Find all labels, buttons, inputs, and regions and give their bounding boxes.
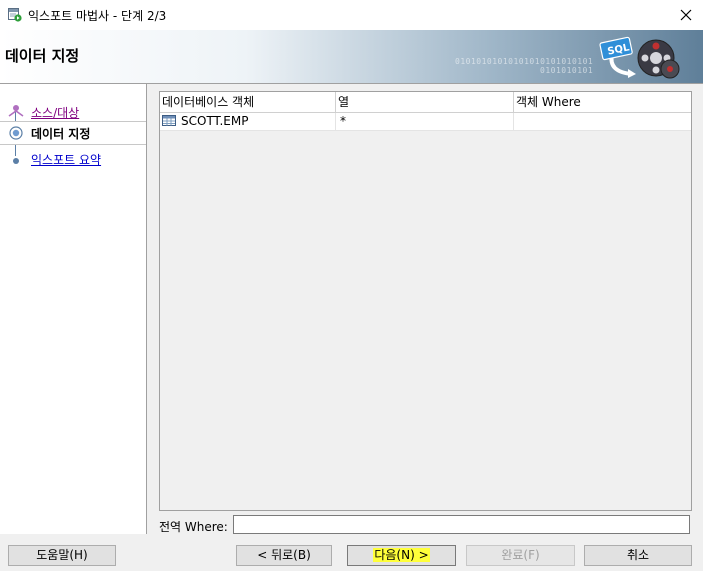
column-header-columns[interactable]: 열 [336,92,514,112]
wizard-banner: 데이터 지정 01010101010101010101010101 010101… [0,30,703,84]
cell-columns[interactable]: * [336,113,514,130]
page-title: 데이터 지정 [5,47,80,65]
step-export-summary[interactable]: 익스포트 요약 [31,151,101,168]
next-button-label: 다음(N) > [373,548,430,562]
column-header-where[interactable]: 객체 Where [514,92,691,112]
binary-decoration: 01010101010101010101010101 0101010101 [455,57,594,75]
global-where-label: 전역 Where: [159,520,228,534]
person-step-icon [8,104,24,121]
current-step-icon [9,126,23,143]
step-dot-icon [12,154,20,168]
step-source-target[interactable]: 소스/대상 [31,104,79,121]
cancel-button[interactable]: 취소 [584,545,692,566]
wizard-steps-panel: 소스/대상 데이터 지정 익스포트 요약 [0,84,147,534]
next-button[interactable]: 다음(N) > [347,545,456,566]
help-button[interactable]: 도움말(H) [8,545,116,566]
window-titlebar: 익스포트 마법사 - 단계 2/3 [0,0,703,30]
close-icon[interactable] [669,0,703,30]
cell-where[interactable] [514,113,691,130]
app-icon [8,8,22,22]
window-title: 익스포트 마법사 - 단계 2/3 [28,9,167,23]
table-header: 데이터베이스 객체 열 객체 Where [160,92,691,113]
table-icon [162,115,177,127]
cell-object[interactable]: SCOTT.EMP [160,113,336,130]
finish-button: 완료(F) [466,545,575,566]
object-name: SCOTT.EMP [181,114,249,128]
global-where-input[interactable] [233,515,690,534]
sql-wizard-icon: SQL [598,36,682,80]
table-row[interactable]: SCOTT.EMP * [160,113,691,131]
back-button[interactable]: < 뒤로(B) [236,545,332,566]
column-header-object[interactable]: 데이터베이스 객체 [160,92,336,112]
step-specify-data: 데이터 지정 [31,127,91,141]
data-table: 데이터베이스 객체 열 객체 Where SCOTT.EMP * [159,91,692,511]
